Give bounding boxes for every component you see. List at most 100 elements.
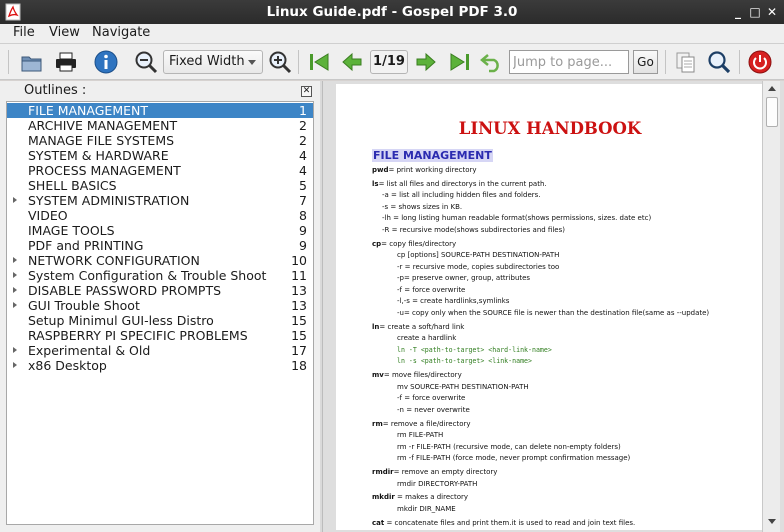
line-text: -s = shows sizes in KB. [382, 202, 463, 211]
zoom-mode-select[interactable]: Fixed Width [163, 50, 263, 74]
expand-arrow-icon[interactable] [13, 302, 17, 308]
outline-item[interactable]: x86 Desktop 18 [7, 358, 313, 373]
search-icon [708, 51, 731, 74]
maximize-button[interactable]: □ [747, 4, 763, 20]
zoom-in-button[interactable] [267, 49, 293, 75]
vertical-scrollbar[interactable] [762, 81, 780, 532]
minimize-button[interactable]: _ [730, 4, 746, 20]
expand-arrow-icon[interactable] [13, 362, 17, 368]
document-line: mkdir DIR_NAME [397, 505, 456, 513]
outline-item-page: 5 [299, 178, 307, 193]
outline-item[interactable]: System Configuration & Trouble Shoot 11 [7, 268, 313, 283]
outline-item-page: 10 [291, 253, 307, 268]
close-outline-button[interactable]: ✕ [301, 86, 312, 97]
outline-item-page: 2 [299, 118, 307, 133]
scroll-thumb[interactable] [766, 97, 778, 127]
last-page-button[interactable] [447, 49, 473, 75]
command-name: mkdir [372, 493, 395, 502]
line-text: rm -f FILE-PATH (force mode, never promp… [397, 454, 631, 463]
document-info-button[interactable] [93, 49, 119, 75]
outline-item-page: 8 [299, 208, 307, 223]
expand-arrow-icon[interactable] [13, 287, 17, 293]
first-page-button[interactable] [306, 49, 332, 75]
document-line: -lh = long listing human readable format… [382, 214, 651, 222]
outline-item-label: RASPBERRY PI SPECIFIC PROBLEMS [28, 328, 248, 343]
outline-item-page: 15 [291, 313, 307, 328]
expand-arrow-icon[interactable] [13, 197, 17, 203]
expand-arrow-icon[interactable] [13, 347, 17, 353]
zoom-out-button[interactable] [133, 49, 159, 75]
outline-item[interactable]: PDF and PRINTING 9 [7, 238, 313, 253]
outline-item[interactable]: MANAGE FILE SYSTEMS 2 [7, 133, 313, 148]
outline-item-label: PDF and PRINTING [28, 238, 144, 253]
power-icon [748, 50, 772, 74]
go-back-button[interactable] [479, 49, 505, 75]
menu-view[interactable]: View [49, 25, 80, 40]
outline-item-label: MANAGE FILE SYSTEMS [28, 133, 175, 148]
outline-item[interactable]: ARCHIVE MANAGEMENT 2 [7, 118, 313, 133]
find-button[interactable] [706, 49, 732, 75]
line-text: rmdir DIRECTORY-PATH [397, 479, 478, 488]
undo-arrow-icon [480, 54, 499, 73]
copy-button[interactable] [673, 49, 699, 75]
next-page-button[interactable] [413, 49, 439, 75]
menu-bar: File View Navigate [0, 24, 784, 44]
document-line: -n = never overwrite [397, 406, 470, 414]
outline-item[interactable]: FILE MANAGEMENT 1 [7, 103, 313, 118]
copy-pages-icon [676, 52, 695, 73]
chevron-down-icon [248, 60, 256, 65]
close-window-button[interactable]: ✕ [764, 4, 780, 20]
outline-item-label: NETWORK CONFIGURATION [28, 253, 200, 268]
outline-item-page: 4 [299, 148, 307, 163]
menu-file[interactable]: File [13, 25, 35, 40]
document-line: cp [options] SOURCE-PATH DESTINATION-PAT… [397, 251, 559, 259]
line-text: = concatenate files and print them.it is… [384, 518, 636, 527]
print-button[interactable] [53, 49, 79, 75]
expand-arrow-icon[interactable] [13, 257, 17, 263]
section-heading: FILE MANAGEMENT [372, 149, 493, 162]
scroll-down-arrow-icon[interactable] [768, 519, 776, 524]
command-name: cp [372, 239, 382, 248]
outline-item[interactable]: SHELL BASICS 5 [7, 178, 313, 193]
outline-item[interactable]: Setup Minimul GUI-less Distro 15 [7, 313, 313, 328]
scroll-up-arrow-icon[interactable] [768, 86, 776, 91]
command-name: rm [372, 419, 383, 428]
line-text: -n = never overwrite [397, 405, 470, 414]
outline-item[interactable]: NETWORK CONFIGURATION 10 [7, 253, 313, 268]
jump-to-page-input[interactable] [509, 50, 629, 74]
document-line: pwd= print working directory [372, 166, 477, 174]
outline-item[interactable]: Experimental & Old 17 [7, 343, 313, 358]
menu-navigate[interactable]: Navigate [92, 25, 150, 40]
outline-item[interactable]: PROCESS MANAGEMENT 4 [7, 163, 313, 178]
outline-item[interactable]: RASPBERRY PI SPECIFIC PROBLEMS 15 [7, 328, 313, 343]
line-text: -l,-s = create hardlinks,symlinks [397, 297, 510, 306]
expand-arrow-icon[interactable] [13, 272, 17, 278]
go-button[interactable]: Go [633, 50, 658, 74]
outline-item-page: 1 [299, 103, 307, 118]
document-line: mv= move files/directory [372, 371, 462, 379]
outline-item-label: VIDEO [28, 208, 68, 223]
outline-item[interactable]: GUI Trouble Shoot 13 [7, 298, 313, 313]
open-file-button[interactable] [19, 49, 45, 75]
outline-item-label: System Configuration & Trouble Shoot [28, 268, 267, 283]
document-line: cp= copy files/directory [372, 240, 456, 248]
line-text: -u= copy only when the SOURCE file is ne… [397, 309, 710, 317]
quit-button[interactable] [747, 49, 773, 75]
previous-page-button[interactable] [339, 49, 365, 75]
outline-item-label: FILE MANAGEMENT [28, 103, 148, 118]
outline-item-page: 11 [291, 268, 307, 283]
window-title: Linux Guide.pdf - Gospel PDF 3.0 [266, 4, 518, 20]
document-line: -R = recursive mode(shows subdirectories… [382, 226, 565, 234]
code-snippet: ln -s <path-to-target> <link-name> [397, 357, 532, 366]
outline-item-label: DISABLE PASSWORD PROMPTS [28, 283, 222, 298]
document-line: cat = concatenate files and print them.i… [372, 519, 635, 527]
outline-item-page: 7 [299, 193, 307, 208]
arrow-right-icon [416, 52, 436, 72]
outline-item[interactable]: SYSTEM & HARDWARE 4 [7, 148, 313, 163]
zoom-mode-value: Fixed Width [169, 54, 245, 69]
outline-item[interactable]: IMAGE TOOLS 9 [7, 223, 313, 238]
outline-item[interactable]: SYSTEM ADMINISTRATION 7 [7, 193, 313, 208]
line-text: = copy files/directory [381, 239, 457, 248]
outline-item[interactable]: DISABLE PASSWORD PROMPTS 13 [7, 283, 313, 298]
outline-item[interactable]: VIDEO 8 [7, 208, 313, 223]
